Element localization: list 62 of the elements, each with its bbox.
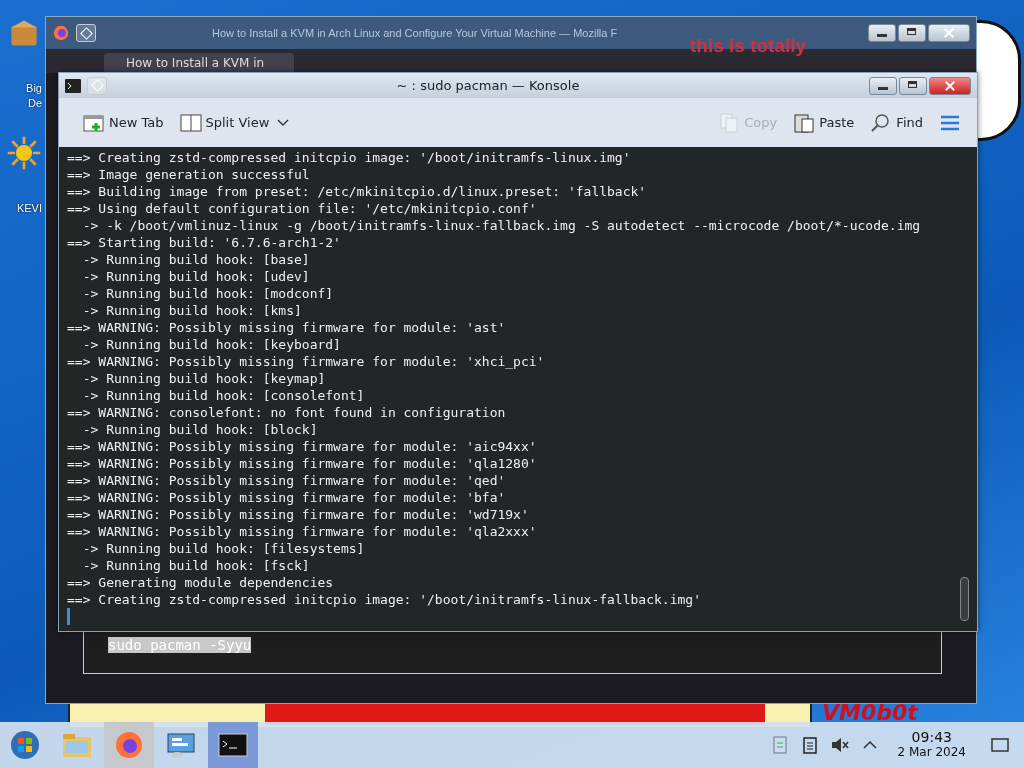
terminal-line: -> Running build hook: [consolefont]: [81, 387, 366, 404]
text-cursor: [67, 608, 70, 625]
terminal-line: ==> Starting build: '6.7.6-arch1-2': [67, 234, 342, 251]
firefox-icon: [52, 24, 70, 42]
window-title: How to Install a KVM in Arch Linux and Configure Your Virtual Machine — Mozilla F: [212, 27, 618, 39]
desktop-icon-label[interactable]: Big: [26, 81, 42, 96]
terminal-line: ==> Using default configuration file: '/etc/mkinitcpio.conf': [67, 200, 538, 217]
clock[interactable]: 09:43 2 Mar 2024: [897, 730, 966, 760]
pin-icon[interactable]: [76, 24, 96, 42]
wallpaper-text: this is totally: [690, 35, 807, 57]
terminal-line: -> Running build hook: [kms]: [81, 302, 303, 319]
close-button[interactable]: [929, 76, 971, 95]
terminal-line: ==> WARNING: Possibly missing firmware for module: 'wd719x': [67, 506, 530, 523]
close-button[interactable]: [928, 24, 970, 42]
terminal-icon: [65, 78, 81, 93]
desktop-icon-label[interactable]: De: [27, 96, 42, 111]
browser-tab[interactable]: How to Install a KVM in: [104, 53, 295, 73]
terminal-taskbar-button[interactable]: [208, 722, 258, 768]
terminal-line: -> Running build hook: [keyboard]: [81, 336, 342, 353]
terminal-line: -> Running build hook: [udev]: [81, 268, 311, 285]
terminal-line: ==> WARNING: Possibly missing firmware for module: 'qla2xxx': [67, 523, 538, 540]
maximize-button[interactable]: [898, 24, 926, 42]
start-orb-icon: [9, 729, 41, 761]
minimize-button[interactable]: [868, 24, 896, 42]
terminal-line: ==> WARNING: consolefont: no font found in configuration: [67, 404, 507, 421]
firefox-icon: [113, 729, 145, 761]
terminal-line: ==> WARNING: Possibly missing firmware for module: 'qed': [67, 472, 507, 489]
terminal-line: ==> WARNING: Possibly missing firmware for module: 'aic94xx': [67, 438, 538, 455]
wallpaper-signature: VM0b0t: [822, 700, 918, 725]
terminal-line: ==> WARNING: Possibly missing firmware for module: 'xhci_pci': [67, 353, 546, 370]
terminal-line: -> Running build hook: [modconf]: [81, 285, 335, 302]
paste-icon: [793, 112, 816, 133]
terminal-line: ==> Creating zstd-compressed initcpio image: '/boot/initramfs-linux.img': [67, 149, 632, 166]
terminal-line: ==> WARNING: Possibly missing firmware for module: 'bfa': [67, 489, 507, 506]
split-view-button[interactable]: Split View: [173, 108, 296, 137]
terminal-line: ==> WARNING: Possibly missing firmware for module: 'ast': [67, 319, 507, 336]
terminal-line: -> -k /boot/vmlinuz-linux -g /boot/initramfs-linux-fallback.img -S autodetect --microcode /boot/*-ucode.img: [81, 217, 922, 234]
terminal-line: -> Running build hook: [block]: [81, 421, 319, 438]
minimize-button[interactable]: [869, 76, 897, 95]
window-title: ~ : sudo pacman — Konsole: [395, 78, 581, 94]
terminal-line: ==> Creating zstd-compressed initcpio image: '/boot/initramfs-linux-fallback.img': [67, 591, 702, 608]
terminal-line: -> Running build hook: [fsck]: [81, 557, 311, 574]
split-view-icon: [179, 112, 202, 133]
terminal-line: ==> WARNING: Possibly missing firmware for module: 'qla1280': [67, 455, 538, 472]
maximize-button[interactable]: [899, 76, 927, 95]
terminal-line: -> Running build hook: [filesystems]: [81, 540, 366, 557]
muted-speaker-icon[interactable]: [829, 735, 850, 755]
terminal-line: ==> Generating module dependencies: [67, 574, 335, 591]
find-button[interactable]: Find: [864, 108, 929, 137]
firefox-taskbar-button[interactable]: [104, 722, 154, 768]
sun-icon[interactable]: [6, 135, 42, 171]
terminal-line: -> Running build hook: [base]: [81, 251, 311, 268]
terminal-line: -> Running build hook: [keymap]: [81, 370, 327, 387]
caret-icon: [277, 118, 290, 127]
new-tab-button[interactable]: New Tab: [77, 108, 170, 137]
paste-button[interactable]: Paste: [787, 108, 861, 137]
new-tab-icon: [83, 112, 105, 133]
terminal-line: ==> Building image from preset: /etc/mkinitcpio.d/linux.preset: 'fallback': [67, 183, 648, 200]
desktop-icon-label[interactable]: KEVI: [16, 201, 42, 216]
show-desktop-icon[interactable]: [990, 735, 1010, 755]
copy-icon: [718, 112, 741, 133]
terminal-line: ==> Image generation successful: [67, 166, 311, 183]
